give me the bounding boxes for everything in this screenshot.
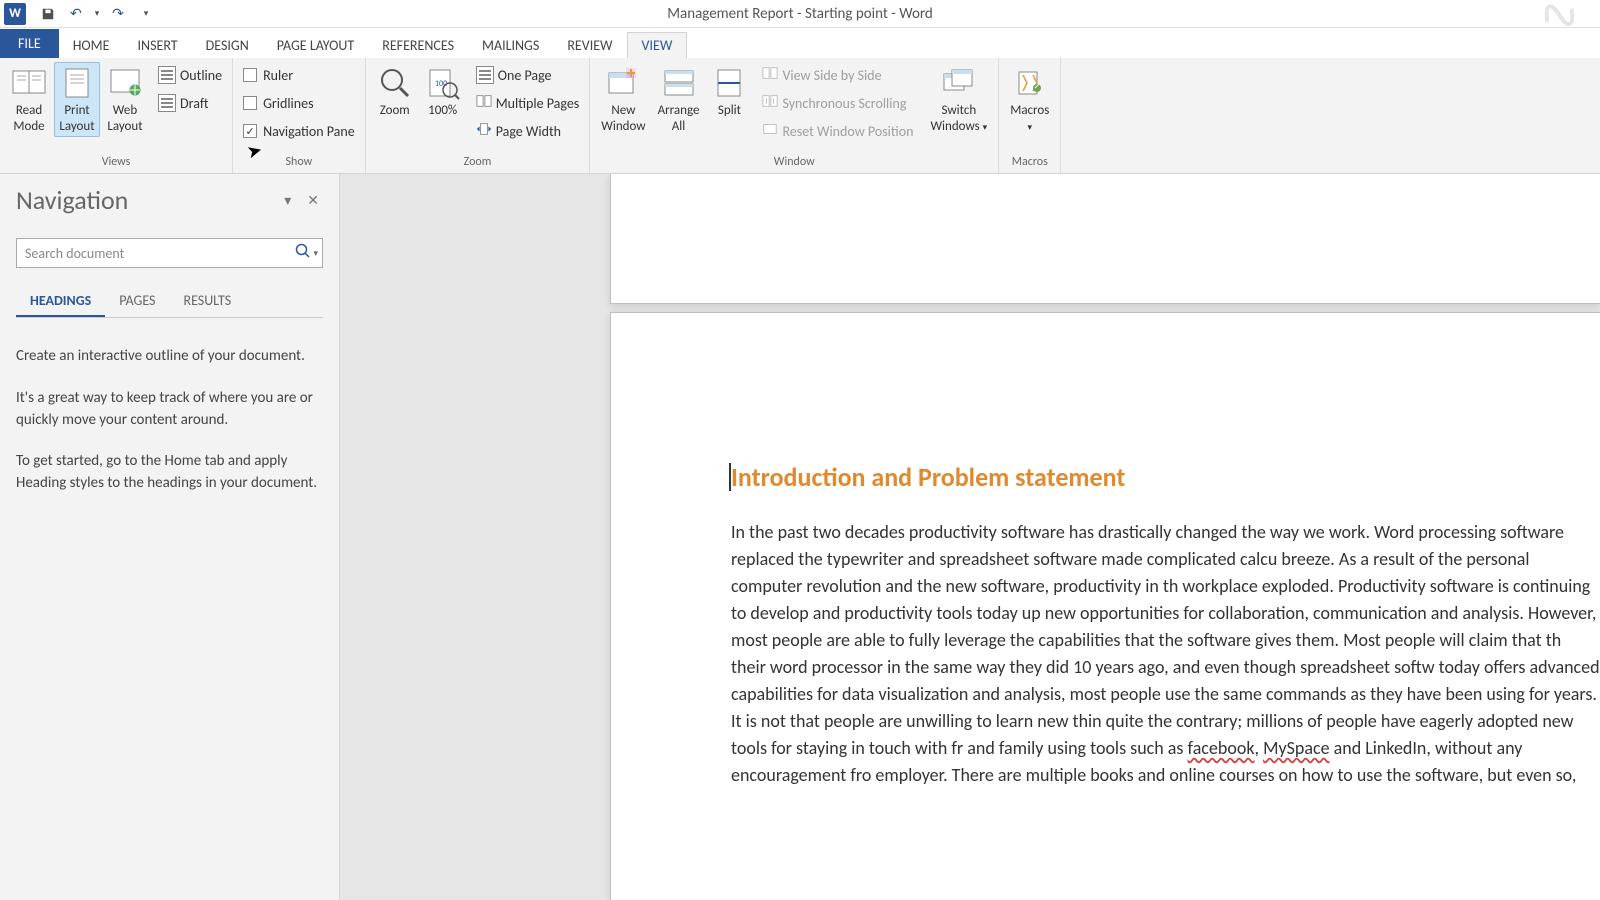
nav-tab-pages[interactable]: Pages [105,286,169,317]
save-button[interactable] [36,3,60,25]
group-macros: Macros▾ Macros [999,58,1061,173]
macros-icon [1012,65,1048,101]
switch-windows-button[interactable]: Switch Windows ▾ [925,62,992,137]
zoom-button[interactable]: Zoom [372,62,418,122]
tab-page-layout[interactable]: PAGE LAYOUT [263,33,368,58]
redo-button[interactable]: ↷ [106,3,130,25]
view-side-by-side-button[interactable]: View Side by Side [758,62,917,88]
zoom-icon [377,65,413,101]
search-document-input[interactable] [17,245,291,262]
search-document-container: ▾ [16,238,323,268]
spelling-error[interactable]: facebook [1188,737,1255,759]
group-views-label: Views [6,153,226,173]
arrange-all-button[interactable]: Arrange All [653,62,705,137]
document-heading[interactable]: Introduction and Problem statement [731,461,1600,493]
outline-button[interactable]: Outline [154,62,226,88]
quick-access-toolbar: ↶ ▾ ↷ ▾ [36,3,158,25]
split-button[interactable]: Split [706,62,752,122]
synchronous-scrolling-button[interactable]: Synchronous Scrolling [758,90,917,116]
document-body-text[interactable]: In the past two decades productivity sof… [731,519,1600,789]
outline-icon [158,66,176,84]
spelling-error[interactable]: MySpace [1263,737,1329,759]
qat-customize-icon[interactable]: ▾ [134,3,158,25]
workspace: Navigation ▾ ✕ ▾ Headings Pages Results … [0,174,1600,900]
group-zoom-label: Zoom [372,153,584,173]
arrange-all-icon [661,65,697,101]
hundred-percent-icon: 100 [425,65,461,101]
tab-file[interactable]: FILE [0,29,59,58]
tab-design[interactable]: DESIGN [192,33,263,58]
page-width-button[interactable]: Page Width [472,118,584,144]
new-window-icon [605,65,641,101]
group-show-label: Show [239,153,359,173]
navigation-body: Create an interactive outline of your do… [16,318,323,543]
tab-review[interactable]: REVIEW [553,33,626,58]
previous-page-bottom [610,174,1600,304]
web-layout-button[interactable]: Web Layout [102,62,148,137]
navigation-pane-title: Navigation [16,184,128,216]
print-layout-icon [59,65,95,101]
sync-scroll-icon [762,94,778,112]
tab-insert[interactable]: INSERT [124,33,192,58]
group-zoom: Zoom 100 100% One Page Multiple Pages Pa… [366,58,591,173]
new-window-button[interactable]: New Window [596,62,650,137]
multiple-pages-icon [476,94,492,112]
nav-tab-headings[interactable]: Headings [16,286,105,317]
undo-button[interactable]: ↶ [64,3,88,25]
reset-window-position-button[interactable]: Reset Window Position [758,118,917,144]
macros-button[interactable]: Macros▾ [1005,62,1054,137]
switch-windows-icon [941,65,977,101]
tab-view[interactable]: VIEW [627,32,688,58]
split-icon [711,65,747,101]
checkbox-icon [243,96,257,110]
nav-info-p2: It's a great way to keep track of where … [16,388,323,432]
navigation-pane: Navigation ▾ ✕ ▾ Headings Pages Results … [0,174,340,900]
navigation-pane-close-icon[interactable]: ✕ [303,190,323,211]
navigation-tabs: Headings Pages Results [16,286,323,318]
read-mode-icon [11,65,47,101]
nav-info-p1: Create an interactive outline of your do… [16,346,323,368]
page-width-icon [476,122,492,140]
print-layout-button[interactable]: Print Layout [54,62,100,137]
chevron-down-icon: ▾ [983,122,988,133]
draft-icon [158,94,176,112]
window-title: Management Report - Starting point - Wor… [667,5,933,23]
document-page[interactable]: Introduction and Problem statement In th… [610,312,1600,900]
word-app-icon: W [4,3,26,25]
group-window: New Window Arrange All Split View Side b… [590,58,999,173]
checkbox-icon: ✓ [243,124,257,138]
tab-references[interactable]: REFERENCES [368,33,468,58]
tab-mailings[interactable]: MAILINGS [468,33,553,58]
text-cursor-icon [729,463,731,491]
web-layout-icon [107,65,143,101]
one-page-icon [476,66,494,84]
nav-info-p3: To get started, go to the Home tab and a… [16,451,323,495]
gridlines-checkbox[interactable]: Gridlines [239,90,359,116]
group-views: Read Mode Print Layout Web Layout Outlin… [0,58,233,173]
group-macros-label: Macros [1005,153,1054,173]
read-mode-button[interactable]: Read Mode [6,62,52,137]
document-area[interactable]: Introduction and Problem statement In th… [340,174,1600,900]
hundred-percent-button[interactable]: 100 100% [420,62,466,122]
nav-tab-results[interactable]: Results [169,286,245,317]
navigation-pane-options-icon[interactable]: ▾ [280,190,295,211]
navigation-pane-checkbox[interactable]: ✓Navigation Pane [239,118,359,144]
search-icon[interactable] [295,243,311,263]
search-options-icon[interactable]: ▾ [313,248,318,259]
one-page-button[interactable]: One Page [472,62,584,88]
group-window-label: Window [596,153,992,173]
side-by-side-icon [762,66,778,84]
group-show: Ruler Gridlines ✓Navigation Pane Show ➤ [233,58,366,173]
ribbon: Read Mode Print Layout Web Layout Outlin… [0,58,1600,174]
multiple-pages-button[interactable]: Multiple Pages [472,90,584,116]
reset-window-icon [762,122,778,140]
draft-button[interactable]: Draft [154,90,226,116]
checkbox-icon [243,68,257,82]
tab-home[interactable]: HOME [59,33,124,58]
title-bar: W ↶ ▾ ↷ ▾ Management Report - Starting p… [0,0,1600,28]
ruler-checkbox[interactable]: Ruler [239,62,359,88]
ribbon-tab-row: FILE HOME INSERT DESIGN PAGE LAYOUT REFE… [0,28,1600,58]
undo-dropdown-icon[interactable]: ▾ [92,3,102,25]
chevron-down-icon: ▾ [1027,122,1032,133]
